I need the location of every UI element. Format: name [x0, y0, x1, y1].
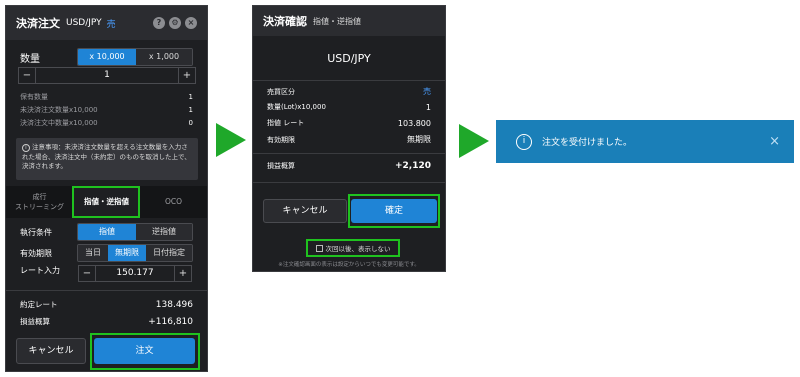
expiry-label: 有効期限 — [20, 248, 52, 258]
notice-text: 注意事項：未決済注文数量を超える注文数量を入力された場合、決済注文中（未約定）の… — [22, 143, 191, 170]
increment-button[interactable]: + — [179, 70, 195, 81]
rate-input-label: レート入力 — [20, 266, 60, 275]
panel-subtitle: 指値・逆指値 — [313, 16, 361, 26]
contract-rate-label: 約定レート — [20, 300, 58, 309]
close-confirm-panel: 決済確認 指値・逆指値 USD/JPY 売買区分 売 数量(Lot)x10,00… — [252, 5, 446, 272]
open-qty-value: 1 — [188, 106, 193, 114]
unit-1000-option[interactable]: x 1,000 — [136, 49, 192, 65]
expiry-value: 無期限 — [407, 135, 431, 144]
exec-condition-label: 執行条件 — [20, 227, 52, 237]
lot-label: 数量(Lot)x10,000 — [267, 103, 326, 111]
info-row: 決済注文中数量x10,000 0 — [20, 118, 193, 128]
tab-market-streaming[interactable]: 成行 ストリーミング — [6, 186, 73, 218]
expiry-label: 有効期限 — [267, 135, 295, 144]
held-qty-label: 保有数量 — [20, 93, 48, 101]
side-label: 売買区分 — [267, 87, 295, 96]
pending-qty-label: 決済注文中数量x10,000 — [20, 119, 98, 127]
decrement-button[interactable]: − — [19, 70, 35, 81]
currency-pair: USD/JPY — [66, 18, 102, 28]
order-accepted-toast: i 注文を受付けました。 × — [496, 120, 794, 163]
rate-increment-button[interactable]: + — [175, 268, 191, 279]
exec-condition-selector: 指値 逆指値 — [77, 223, 193, 241]
side-label: 売 — [106, 19, 116, 30]
stop-option[interactable]: 逆指値 — [136, 224, 192, 240]
rate-stepper: − 150.177 + — [78, 265, 192, 282]
panel-header: 決済確認 指値・逆指値 — [253, 6, 445, 36]
quantity-input[interactable]: 1 — [35, 68, 179, 83]
expiry-date-option[interactable]: 日付指定 — [146, 245, 192, 261]
limit-rate-label: 指値 レート — [267, 119, 305, 127]
quantity-label: 数量 — [20, 53, 40, 65]
info-row: 保有数量 1 — [20, 92, 193, 102]
side-value: 売 — [423, 87, 431, 96]
checkbox-highlight — [306, 239, 400, 257]
quantity-stepper: − 1 + — [18, 67, 196, 84]
panel-title: 決済注文 — [16, 17, 60, 30]
held-qty-value: 1 — [188, 93, 193, 101]
footnote: ※注文確認画面の表示は設定からいつでも変更可能です。 — [278, 262, 420, 268]
help-icon[interactable]: ? — [153, 17, 165, 29]
order-button-highlight — [90, 333, 200, 370]
pl-estimate-label: 損益概算 — [267, 162, 295, 170]
rate-decrement-button[interactable]: − — [79, 268, 95, 279]
unit-selector: x 10,000 x 1,000 — [77, 48, 193, 66]
arrow-icon — [216, 123, 246, 157]
contract-rate-value: 138.496 — [155, 299, 193, 310]
unit-10000-option[interactable]: x 10,000 — [78, 49, 136, 65]
expiry-indefinite-option[interactable]: 無期限 — [108, 245, 146, 261]
close-icon[interactable]: × — [185, 17, 197, 29]
panel-title: 決済確認 — [263, 15, 307, 28]
cancel-button[interactable]: キャンセル — [16, 338, 86, 364]
close-icon[interactable]: × — [769, 134, 780, 149]
divider — [253, 182, 445, 183]
gear-icon[interactable]: ⚙ — [169, 17, 181, 29]
rate-input[interactable]: 150.177 — [95, 266, 175, 281]
expiry-today-option[interactable]: 当日 — [78, 245, 108, 261]
limit-rate-value: 103.800 — [397, 118, 431, 128]
close-order-panel: 決済注文 USD/JPY 売 ? ⚙ × 数量 x 10,000 x 1,000… — [5, 5, 208, 372]
pl-estimate-value: +116,810 — [148, 316, 193, 327]
lot-value: 1 — [425, 102, 431, 112]
divider — [6, 290, 207, 291]
arrow-icon — [459, 124, 489, 158]
open-qty-label: 未決済注文数量x10,000 — [20, 106, 98, 114]
pl-estimate-label: 損益概算 — [20, 317, 50, 326]
divider — [253, 153, 445, 154]
info-row: 未決済注文数量x10,000 1 — [20, 105, 193, 115]
pending-qty-value: 0 — [188, 119, 193, 127]
currency-pair: USD/JPY — [327, 52, 371, 65]
expiry-selector: 当日 無期限 日付指定 — [77, 244, 193, 262]
divider — [253, 80, 445, 81]
pl-estimate-value: +2,120 — [394, 161, 431, 171]
confirm-button-highlight — [348, 194, 440, 228]
info-icon: i — [516, 133, 532, 150]
info-icon: i — [22, 144, 30, 152]
tab-oco[interactable]: OCO — [140, 186, 207, 218]
limit-option[interactable]: 指値 — [78, 224, 136, 240]
tab-highlight — [72, 186, 140, 218]
notice-box: i 注意事項：未決済注文数量を超える注文数量を入力された場合、決済注文中（未約定）… — [16, 138, 198, 180]
toast-message: 注文を受付けました。 — [542, 138, 633, 148]
panel-header: 決済注文 USD/JPY 売 ? ⚙ × — [6, 6, 207, 40]
cancel-button[interactable]: キャンセル — [263, 199, 347, 223]
